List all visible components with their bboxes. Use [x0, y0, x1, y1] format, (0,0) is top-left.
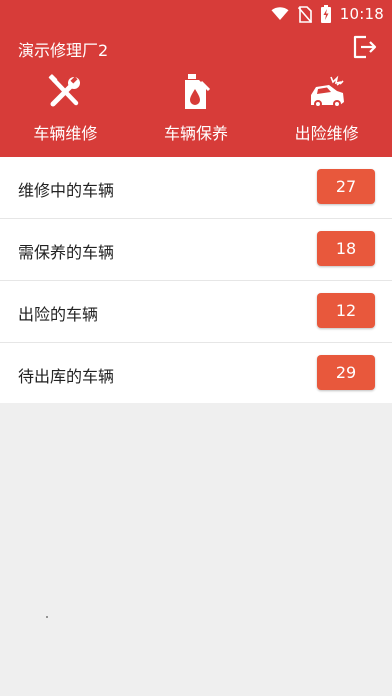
- vehicle-status-list: 维修中的车辆 27 需保养的车辆 18 出险的车辆 12 待出库的车辆 29: [0, 157, 392, 403]
- count-badge: 18: [317, 231, 375, 266]
- status-bar: 10:18: [0, 0, 392, 28]
- oil-bottle-icon: [176, 72, 216, 112]
- logout-icon: [353, 35, 377, 59]
- category-nav: 车辆维修 车辆保养 出险维修: [0, 70, 392, 150]
- status-icons: 10:18: [271, 4, 384, 24]
- wifi-icon: [271, 7, 289, 20]
- nav-label: 出险维修: [294, 124, 359, 143]
- battery-charging-icon: [320, 5, 331, 23]
- header: 10:18 演示修理厂2 车辆维修 车辆保养 出险维修: [0, 0, 392, 157]
- car-crash-icon: [307, 72, 347, 112]
- nav-accident-repair[interactable]: 出险维修: [261, 70, 392, 150]
- nav-label: 车辆维修: [33, 124, 98, 143]
- nav-vehicle-repair[interactable]: 车辆维修: [0, 70, 131, 150]
- list-item-label: 需保养的车辆: [18, 243, 115, 262]
- list-item-repairing[interactable]: 维修中的车辆 27: [0, 157, 392, 219]
- list-item-label: 出险的车辆: [18, 305, 99, 324]
- logout-button[interactable]: [350, 32, 380, 62]
- nav-vehicle-maintenance[interactable]: 车辆保养: [131, 70, 262, 150]
- background-speck: [46, 616, 48, 618]
- list-item-accident[interactable]: 出险的车辆 12: [0, 281, 392, 343]
- nav-label: 车辆保养: [163, 124, 228, 143]
- app-screen: 10:18 演示修理厂2 车辆维修 车辆保养 出险维修 维修中的车辆 27 需保…: [0, 0, 392, 696]
- list-item-awaiting-release[interactable]: 待出库的车辆 29: [0, 343, 392, 403]
- count-badge: 29: [317, 355, 375, 390]
- count-badge: 12: [317, 293, 375, 328]
- app-title: 演示修理厂2: [18, 41, 109, 60]
- list-item-label: 维修中的车辆: [18, 181, 115, 200]
- app-bar: 演示修理厂2: [0, 28, 392, 66]
- count-badge: 27: [317, 169, 375, 204]
- status-time: 10:18: [339, 5, 384, 23]
- no-sim-icon: [297, 5, 312, 23]
- list-item-needs-maintenance[interactable]: 需保养的车辆 18: [0, 219, 392, 281]
- wrench-screwdriver-icon: [45, 72, 85, 112]
- list-item-label: 待出库的车辆: [18, 367, 115, 386]
